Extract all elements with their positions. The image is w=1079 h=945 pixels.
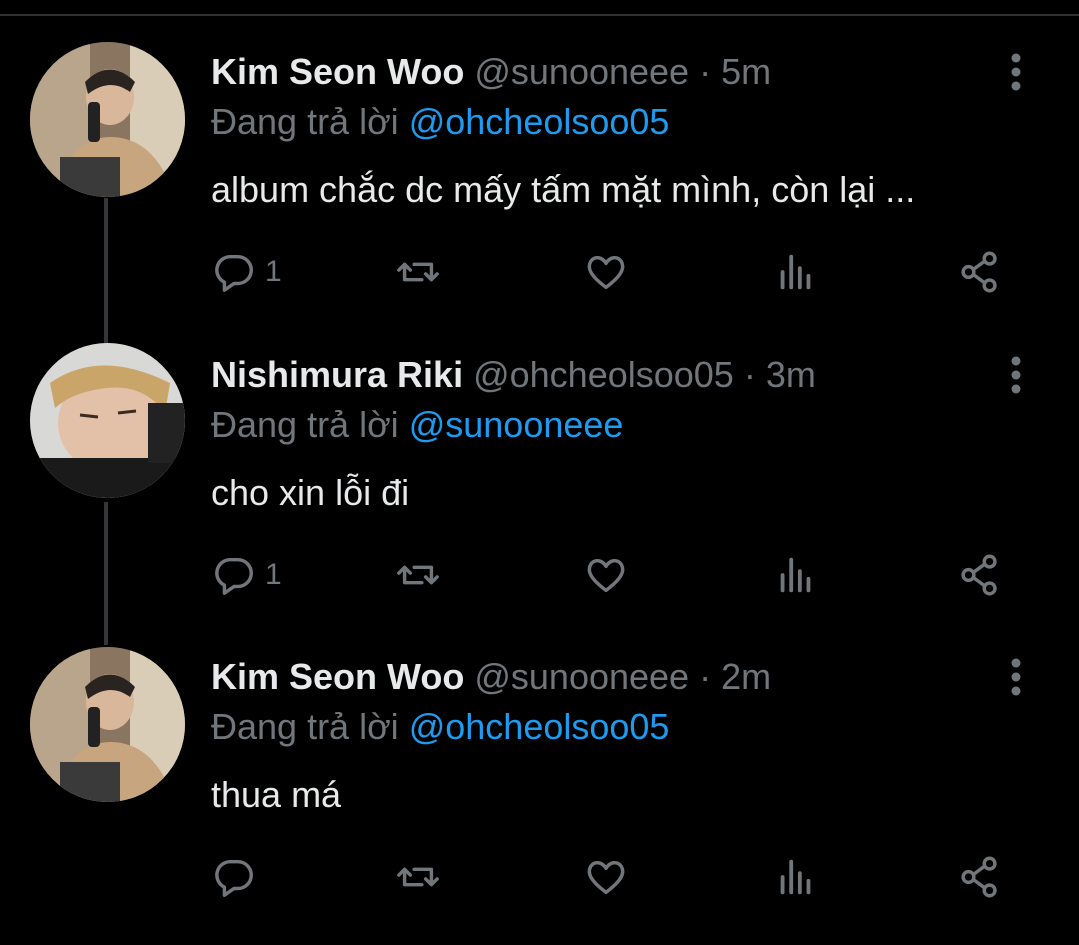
timestamp[interactable]: · 3m bbox=[744, 354, 816, 395]
user-handle[interactable]: @sunooneee bbox=[474, 656, 689, 697]
replying-to-label: Đang trả lời bbox=[211, 404, 399, 445]
display-name[interactable]: Nishimura Riki bbox=[211, 354, 463, 395]
user-handle[interactable]: @ohcheolsoo05 bbox=[473, 354, 734, 395]
views-icon bbox=[780, 859, 811, 895]
reply-button[interactable] bbox=[211, 853, 265, 901]
retweet-button[interactable] bbox=[395, 248, 441, 296]
retweet-button[interactable] bbox=[395, 853, 441, 901]
reply-count: 1 bbox=[265, 255, 282, 288]
retweet-icon bbox=[397, 867, 439, 887]
mention-link[interactable]: @ohcheolsoo05 bbox=[409, 101, 670, 142]
views-icon bbox=[780, 557, 811, 593]
like-icon bbox=[587, 559, 625, 593]
views-button[interactable] bbox=[773, 248, 819, 296]
share-icon bbox=[961, 554, 997, 596]
reply-icon bbox=[215, 859, 253, 897]
reply-icon bbox=[215, 557, 253, 595]
share-button[interactable] bbox=[957, 551, 1003, 599]
like-icon bbox=[587, 861, 625, 895]
tweet[interactable]: Kim Seon Woo @sunooneee · 5m Đang trả lờ… bbox=[0, 40, 1079, 340]
retweet-icon bbox=[397, 565, 439, 585]
share-icon bbox=[961, 251, 997, 293]
tweet-text: cho xin lỗi đi bbox=[211, 472, 410, 513]
like-icon bbox=[587, 256, 625, 290]
avatar[interactable] bbox=[30, 42, 185, 197]
reply-button[interactable]: 1 bbox=[211, 551, 282, 599]
avatar[interactable] bbox=[30, 647, 185, 802]
more-icon[interactable] bbox=[1004, 355, 1028, 395]
tweet[interactable]: Nishimura Riki @ohcheolsoo05 · 3m Đang t… bbox=[0, 343, 1079, 643]
views-button[interactable] bbox=[773, 551, 819, 599]
top-divider bbox=[0, 14, 1079, 16]
avatar[interactable] bbox=[30, 343, 185, 498]
replying-to: Đang trả lời @ohcheolsoo05 bbox=[211, 100, 669, 144]
more-icon[interactable] bbox=[1004, 52, 1028, 92]
share-button[interactable] bbox=[957, 248, 1003, 296]
user-handle[interactable]: @sunooneee bbox=[474, 51, 689, 92]
timestamp[interactable]: · 5m bbox=[699, 51, 771, 92]
share-button[interactable] bbox=[957, 853, 1003, 901]
action-bar: 1 bbox=[211, 248, 1041, 298]
share-icon bbox=[961, 856, 997, 898]
tweet-text: thua má bbox=[211, 774, 342, 815]
replying-to: Đang trả lời @ohcheolsoo05 bbox=[211, 705, 669, 749]
more-icon[interactable] bbox=[1004, 657, 1028, 697]
views-icon bbox=[780, 254, 811, 290]
tweet-header: Nishimura Riki @ohcheolsoo05 · 3m bbox=[211, 353, 816, 397]
reply-icon bbox=[215, 254, 253, 292]
replying-to-label: Đang trả lời bbox=[211, 101, 399, 142]
mention-link[interactable]: @sunooneee bbox=[409, 404, 624, 445]
tweet-header: Kim Seon Woo @sunooneee · 5m bbox=[211, 50, 771, 94]
retweet-button[interactable] bbox=[395, 551, 441, 599]
reply-count: 1 bbox=[265, 558, 282, 591]
views-button[interactable] bbox=[773, 853, 819, 901]
replying-to-label: Đang trả lời bbox=[211, 706, 399, 747]
tweet[interactable]: Kim Seon Woo @sunooneee · 2m Đang trả lờ… bbox=[0, 645, 1079, 945]
action-bar: 1 bbox=[211, 551, 1041, 601]
replying-to: Đang trả lời @sunooneee bbox=[211, 403, 623, 447]
tweet-text: album chắc dc mấy tấm mặt mình, còn lại … bbox=[211, 169, 916, 210]
like-button[interactable] bbox=[583, 248, 629, 296]
tweet-header: Kim Seon Woo @sunooneee · 2m bbox=[211, 655, 771, 699]
like-button[interactable] bbox=[583, 853, 629, 901]
mention-link[interactable]: @ohcheolsoo05 bbox=[409, 706, 670, 747]
action-bar bbox=[211, 853, 1041, 903]
display-name[interactable]: Kim Seon Woo bbox=[211, 51, 464, 92]
retweet-icon bbox=[397, 262, 439, 282]
reply-button[interactable]: 1 bbox=[211, 248, 282, 296]
timestamp[interactable]: · 2m bbox=[699, 656, 771, 697]
display-name[interactable]: Kim Seon Woo bbox=[211, 656, 464, 697]
like-button[interactable] bbox=[583, 551, 629, 599]
